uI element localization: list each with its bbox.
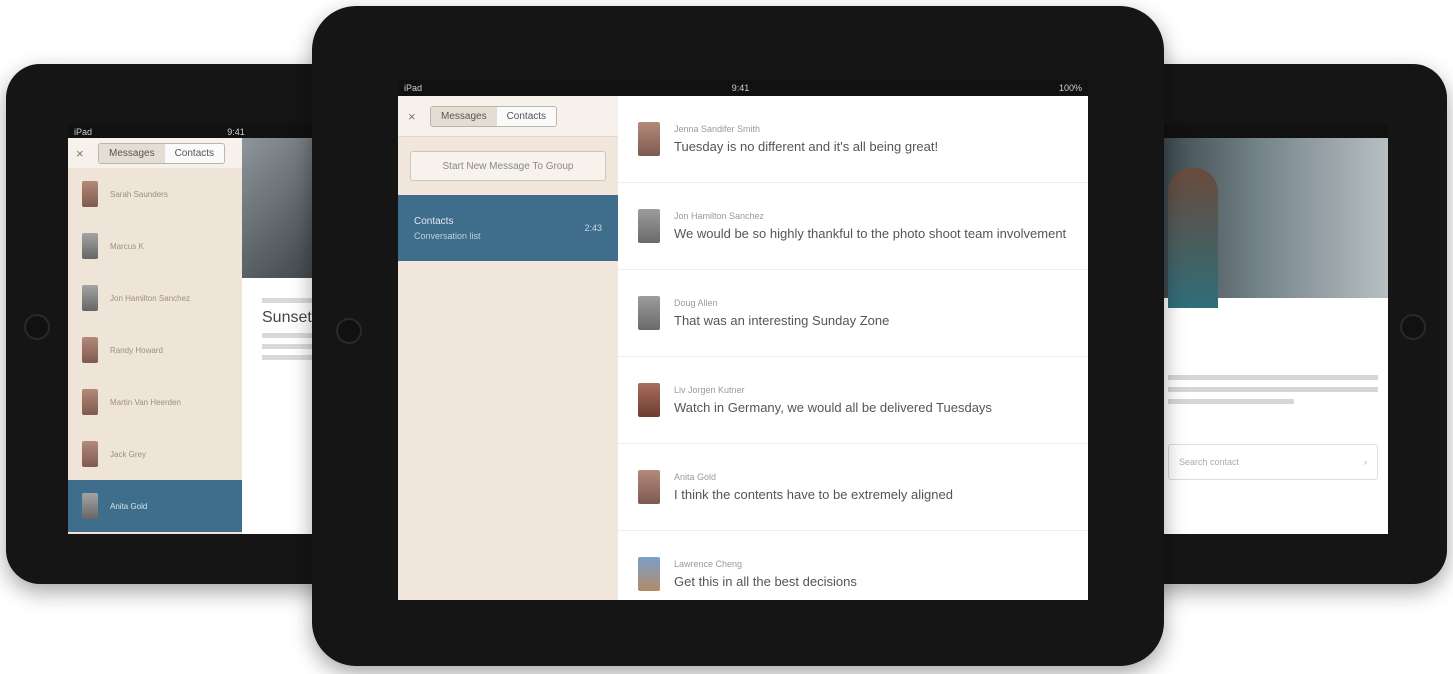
- contact-item[interactable]: Sarah Saunders: [68, 168, 242, 220]
- message-text: Watch in Germany, we would all be delive…: [674, 399, 992, 415]
- home-button[interactable]: [336, 318, 362, 344]
- contact-name: Martin Van Heerden: [110, 397, 181, 407]
- contact-item[interactable]: Martin Van Heerden: [68, 376, 242, 428]
- avatar: [82, 389, 98, 415]
- tab-contacts[interactable]: Contacts: [496, 106, 557, 126]
- message-row[interactable]: Doug Allen That was an interesting Sunda…: [618, 270, 1088, 357]
- avatar: [638, 557, 660, 591]
- sidebar-header: × Messages Contacts: [68, 138, 242, 168]
- contact-item[interactable]: Jon Hamilton Sanchez: [68, 272, 242, 324]
- message-text: We would be so highly thankful to the ph…: [674, 225, 1067, 241]
- new-message-button[interactable]: Start New Message To Group: [410, 151, 606, 181]
- message-text: Get this in all the best decisions: [674, 573, 857, 589]
- contact-item[interactable]: Jack Grey: [68, 428, 242, 480]
- contact-name: Sarah Saunders: [110, 189, 168, 199]
- tab-messages[interactable]: Messages: [99, 143, 165, 163]
- contact-name: Randy Howard: [110, 345, 163, 355]
- contacts-sidebar: × Messages Contacts Sarah Saunders Marcu…: [68, 138, 242, 534]
- message-sender: Doug Allen: [674, 297, 718, 308]
- status-time: 9:41: [731, 83, 750, 93]
- message-row[interactable]: Lawrence Cheng Get this in all the best …: [618, 531, 1088, 600]
- message-sender: Liv Jorgen Kutner: [674, 384, 745, 395]
- message-row[interactable]: Anita Gold I think the contents have to …: [618, 444, 1088, 531]
- avatar: [638, 470, 660, 504]
- message-sender: Jenna Sandifer Smith: [674, 123, 761, 134]
- avatar: [82, 181, 98, 207]
- conversation-badge: 2:43: [584, 223, 602, 233]
- conversation-subtitle: Conversation list: [414, 230, 481, 241]
- avatar: [82, 441, 98, 467]
- avatar: [638, 296, 660, 330]
- tab-switcher: Messages Contacts: [430, 105, 558, 127]
- sidebar-header: × Messages Contacts: [398, 96, 618, 137]
- tab-switcher: Messages Contacts: [98, 142, 226, 164]
- status-bar: iPad 9:41 100%: [398, 80, 1088, 96]
- tablet-center: iPad 9:41 100% × Messages Contacts Start…: [312, 6, 1164, 666]
- contact-item-active[interactable]: Anita Gold: [68, 480, 242, 532]
- conversation-item-active[interactable]: Contacts Conversation list 2:43: [398, 195, 618, 261]
- contact-item[interactable]: Marcus K: [68, 220, 242, 272]
- message-sender: Jon Hamilton Sanchez: [674, 210, 765, 221]
- avatar: [638, 383, 660, 417]
- avatar: [82, 285, 98, 311]
- home-button[interactable]: [24, 314, 50, 340]
- message-sender: Lawrence Cheng: [674, 558, 743, 569]
- text-line: [1168, 399, 1294, 404]
- status-battery: 100%: [1058, 83, 1082, 93]
- avatar: [82, 337, 98, 363]
- close-icon[interactable]: ×: [408, 109, 422, 124]
- contact-name: Jon Hamilton Sanchez: [110, 293, 191, 303]
- conversation-sidebar: × Messages Contacts Start New Message To…: [398, 96, 618, 600]
- message-sender: Anita Gold: [674, 471, 717, 482]
- avatar: [82, 493, 98, 519]
- person-figure: [1168, 168, 1218, 308]
- message-list: Jenna Sandifer Smith Tuesday is no diffe…: [618, 96, 1088, 600]
- profile-photo: [1158, 138, 1388, 308]
- avatar: [638, 122, 660, 156]
- profile-body: Search contact ›: [1158, 298, 1388, 534]
- message-text: Tuesday is no different and it's all bei…: [674, 138, 939, 154]
- search-input[interactable]: Search contact ›: [1168, 444, 1378, 480]
- message-text: That was an interesting Sunday Zone: [674, 312, 890, 328]
- message-text: I think the contents have to be extremel…: [674, 486, 953, 502]
- tab-messages[interactable]: Messages: [431, 106, 497, 126]
- text-line: [1168, 375, 1378, 380]
- contact-name: Jack Grey: [110, 449, 147, 459]
- contact-item[interactable]: Randy Howard: [68, 324, 242, 376]
- avatar: [82, 233, 98, 259]
- status-carrier: iPad: [404, 83, 423, 93]
- tablet-right-screen: Search contact ›: [1158, 124, 1388, 534]
- message-row[interactable]: Liv Jorgen Kutner Watch in Germany, we w…: [618, 357, 1088, 444]
- tab-contacts[interactable]: Contacts: [164, 143, 225, 163]
- home-button[interactable]: [1400, 314, 1426, 340]
- tablet-center-screen: iPad 9:41 100% × Messages Contacts Start…: [398, 80, 1088, 600]
- contact-name: Marcus K: [110, 241, 144, 251]
- message-row[interactable]: Jon Hamilton Sanchez We would be so high…: [618, 183, 1088, 270]
- close-icon[interactable]: ×: [76, 146, 90, 161]
- chevron-right-icon: ›: [1364, 457, 1367, 467]
- contact-name: Anita Gold: [110, 501, 148, 511]
- avatar: [638, 209, 660, 243]
- search-placeholder: Search contact: [1179, 457, 1240, 467]
- text-line: [1168, 387, 1378, 392]
- conversation-title: Contacts: [414, 215, 454, 227]
- message-row[interactable]: Jenna Sandifer Smith Tuesday is no diffe…: [618, 96, 1088, 183]
